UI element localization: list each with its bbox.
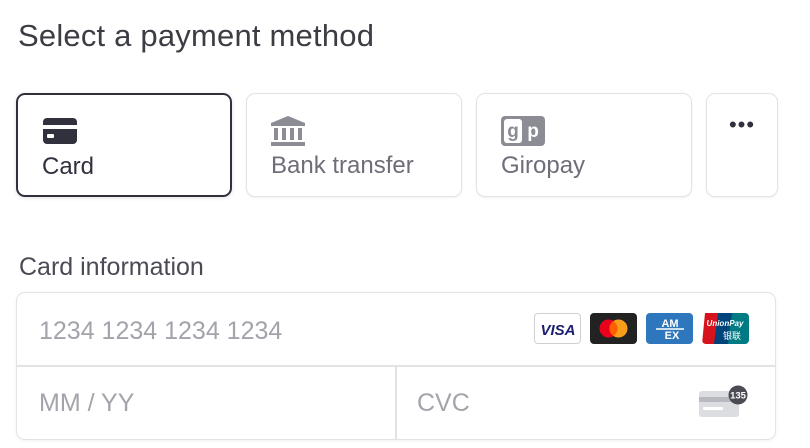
amex-logo: AM EX: [646, 313, 693, 344]
svg-text:银联: 银联: [723, 330, 741, 342]
page-title: Select a payment method: [18, 18, 375, 53]
svg-text:g: g: [507, 121, 519, 142]
tab-giropay[interactable]: g p Giropay: [476, 93, 692, 197]
svg-text:EX: EX: [665, 330, 680, 342]
card-number-input[interactable]: [39, 311, 519, 351]
tab-bank-transfer[interactable]: Bank transfer: [246, 93, 462, 197]
more-icon: •••: [728, 112, 756, 137]
column-divider: [395, 365, 397, 439]
more-methods-button[interactable]: •••: [706, 93, 778, 197]
cvc-input[interactable]: [417, 383, 697, 423]
credit-card-icon: [43, 118, 77, 149]
expiry-date-input[interactable]: [39, 383, 369, 423]
card-information-label: Card information: [19, 253, 204, 281]
giropay-icon: g p: [501, 116, 545, 151]
svg-text:UnionPay: UnionPay: [707, 319, 744, 328]
mastercard-logo: [590, 313, 637, 344]
svg-text:AM: AM: [661, 318, 678, 330]
tab-card[interactable]: Card: [16, 93, 232, 197]
svg-text:VISA: VISA: [540, 322, 575, 339]
unionpay-logo: UnionPay 银联: [702, 313, 749, 344]
bank-icon: [271, 116, 305, 151]
cvc-hint-icon: 135: [699, 385, 751, 424]
svg-text:p: p: [527, 121, 539, 142]
visa-logo: VISA: [534, 313, 581, 344]
card-information-form: VISA AM EX UnionPay 银联: [16, 292, 776, 440]
tab-giropay-label: Giropay: [501, 152, 586, 179]
tab-bank-transfer-label: Bank transfer: [271, 152, 414, 179]
tab-card-label: Card: [42, 153, 95, 180]
cvc-badge-text: 135: [730, 391, 747, 402]
payment-method-tabs: Card Bank transfer g p Giropay •••: [16, 93, 778, 197]
